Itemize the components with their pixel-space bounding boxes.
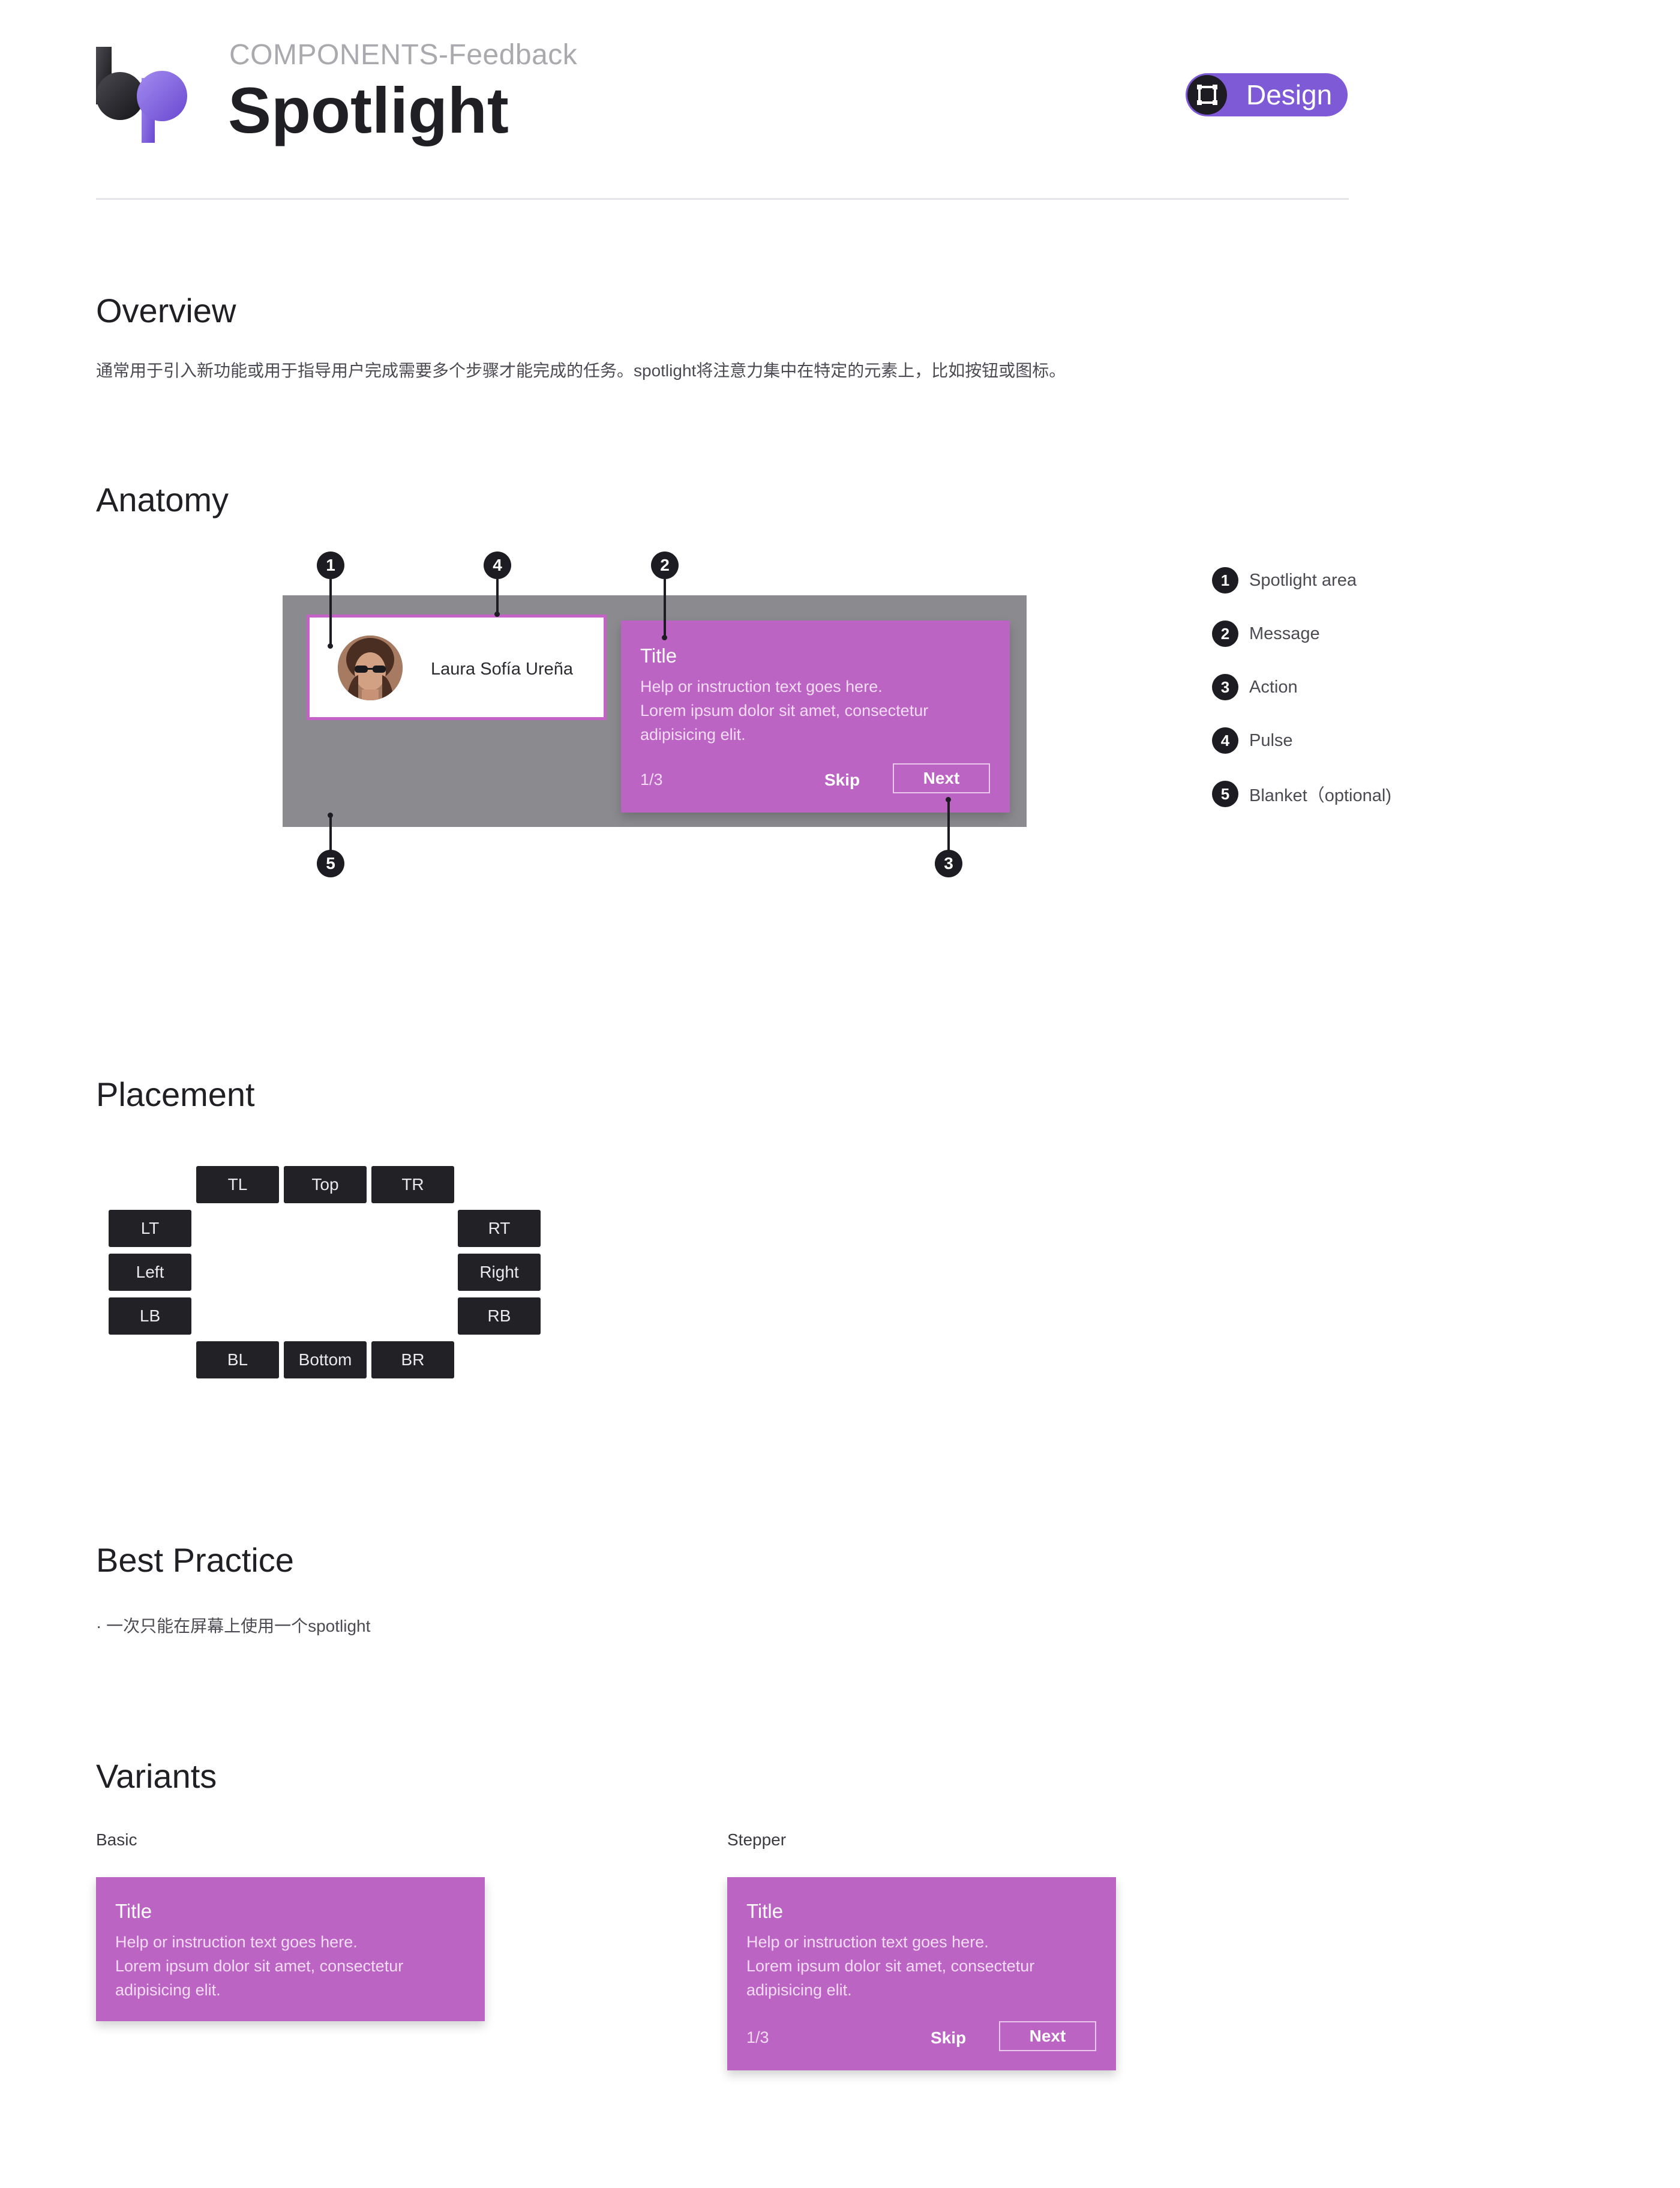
legend-label: Pulse	[1249, 730, 1293, 750]
placement-tl-button[interactable]: TL	[196, 1166, 279, 1203]
placement-rb-button[interactable]: RB	[458, 1297, 541, 1335]
legend-number: 2	[1212, 621, 1238, 647]
marker-5: 5	[317, 850, 344, 877]
marker-4-line	[496, 579, 499, 614]
anatomy-legend: 1 Spotlight area 2 Message 3 Action 4 Pu…	[1212, 567, 1391, 807]
page-title: Spotlight	[228, 74, 509, 146]
stepper-line-1: Help or instruction text goes here.	[746, 1933, 989, 1951]
header-divider	[96, 198, 1349, 200]
anatomy-heading: Anatomy	[96, 481, 229, 518]
marker-2-dot	[662, 635, 667, 640]
overview-heading: Overview	[96, 292, 236, 329]
marker-3: 3	[935, 850, 962, 877]
placement-rt-button[interactable]: RT	[458, 1210, 541, 1247]
message-title: Title	[640, 645, 677, 667]
placement-right-button[interactable]: Right	[458, 1254, 541, 1291]
legend-label: Spotlight area	[1249, 570, 1357, 590]
placement-lb-button[interactable]: LB	[109, 1297, 191, 1335]
legend-number: 5	[1212, 781, 1238, 807]
marker-4-dot	[494, 612, 500, 617]
basic-line-1: Help or instruction text goes here.	[115, 1933, 358, 1951]
placement-bl-button[interactable]: BL	[196, 1341, 279, 1378]
basic-title: Title	[115, 1900, 152, 1922]
legend-item: 1 Spotlight area	[1212, 567, 1391, 594]
basic-line-3: adipisicing elit.	[115, 1981, 221, 1999]
design-tag-button[interactable]: Design	[1186, 73, 1348, 116]
placement-bottom-button[interactable]: Bottom	[284, 1341, 367, 1378]
marker-5-line	[329, 815, 332, 851]
marker-2: 2	[651, 552, 679, 579]
best-practice-heading: Best Practice	[96, 1541, 294, 1579]
message-line-3: adipisicing elit.	[640, 726, 746, 744]
message-skip-button[interactable]: Skip	[824, 771, 860, 790]
stepper-step-count: 1/3	[746, 2028, 769, 2046]
stepper-line-2: Lorem ipsum dolor sit amet, consectetur	[746, 1957, 1035, 1975]
best-practice-item: · 一次只能在屏幕上使用一个spotlight	[96, 1617, 371, 1635]
marker-4: 4	[484, 552, 511, 579]
marker-3-line	[947, 799, 950, 851]
message-next-button[interactable]: Next	[893, 763, 990, 793]
legend-number: 1	[1212, 567, 1238, 594]
message-line-1: Help or instruction text goes here.	[640, 678, 883, 696]
stepper-line-3: adipisicing elit.	[746, 1981, 852, 1999]
placement-tr-button[interactable]: TR	[371, 1166, 454, 1203]
legend-label: Message	[1249, 624, 1320, 643]
anatomy-spotlight-area: Laura Sofía Ureña	[307, 615, 607, 720]
variants-heading: Variants	[96, 1757, 217, 1795]
variant-stepper-card: Title Help or instruction text goes here…	[727, 1877, 1116, 2070]
legend-item: 4 Pulse	[1212, 727, 1391, 754]
marker-1-dot	[328, 643, 333, 649]
legend-item: 3 Action	[1212, 674, 1391, 700]
variant-basic-label: Basic	[96, 1830, 137, 1849]
marker-1: 1	[317, 552, 344, 579]
placement-top-button[interactable]: Top	[284, 1166, 367, 1203]
legend-item: 2 Message	[1212, 621, 1391, 647]
basic-line-2: Lorem ipsum dolor sit amet, consectetur	[115, 1957, 404, 1975]
anatomy-message-card: Title Help or instruction text goes here…	[621, 621, 1010, 813]
variant-stepper-label: Stepper	[727, 1830, 787, 1849]
message-step-count: 1/3	[640, 771, 663, 789]
placement-lt-button[interactable]: LT	[109, 1210, 191, 1247]
page-category: COMPONENTS-Feedback	[229, 39, 578, 71]
placement-heading: Placement	[96, 1075, 255, 1113]
marker-1-line	[329, 579, 332, 645]
avatar	[338, 636, 403, 700]
brand-logo	[96, 47, 192, 143]
legend-label: Action	[1249, 677, 1298, 697]
overview-text: 通常用于引入新功能或用于指导用户完成需要多个步骤才能完成的任务。spotligh…	[96, 361, 1066, 380]
frame-icon	[1187, 75, 1227, 115]
stepper-title: Title	[746, 1900, 784, 1922]
legend-number: 3	[1212, 674, 1238, 700]
stepper-next-button[interactable]: Next	[999, 2021, 1096, 2051]
legend-number: 4	[1212, 727, 1238, 754]
message-line-2: Lorem ipsum dolor sit amet, consectetur	[640, 702, 929, 720]
placement-left-button[interactable]: Left	[109, 1254, 191, 1291]
spotlight-user-name: Laura Sofía Ureña	[431, 660, 573, 679]
variant-basic-card: Title Help or instruction text goes here…	[96, 1877, 485, 2021]
bp-logo-icon	[96, 47, 187, 143]
marker-2-line	[664, 579, 666, 637]
placement-br-button[interactable]: BR	[371, 1341, 454, 1378]
design-tag-label: Design	[1246, 79, 1333, 110]
legend-item: 5 Blanket（optional)	[1212, 781, 1391, 807]
legend-label: Blanket（optional)	[1249, 786, 1391, 805]
stepper-skip-button[interactable]: Skip	[931, 2028, 966, 2048]
